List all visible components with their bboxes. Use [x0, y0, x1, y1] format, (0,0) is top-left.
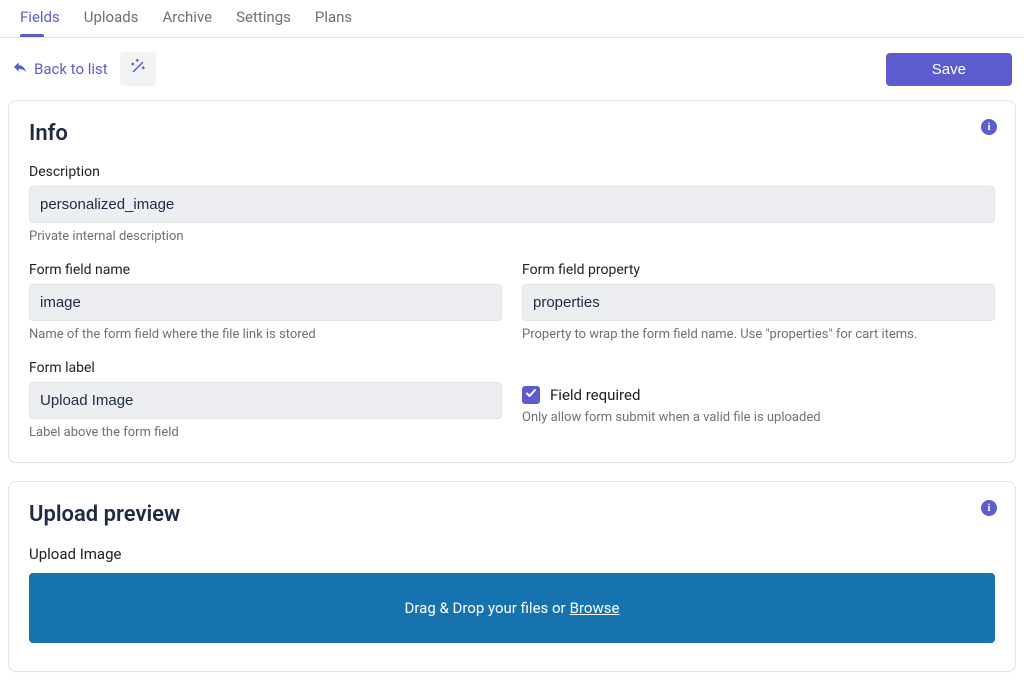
check-icon — [525, 387, 537, 403]
info-card: i Info Description Private internal desc… — [8, 100, 1016, 463]
form-field-name-input[interactable] — [29, 284, 502, 321]
back-to-list-label: Back to list — [34, 60, 108, 78]
form-field-name-help: Name of the form field where the file li… — [29, 327, 502, 342]
form-label-help: Label above the form field — [29, 425, 502, 440]
reply-arrow-icon — [12, 59, 28, 79]
tab-uploads[interactable]: Uploads — [84, 0, 139, 37]
field-required-checkbox[interactable] — [522, 386, 540, 404]
form-field-property-input[interactable] — [522, 284, 995, 321]
tab-fields[interactable]: Fields — [20, 0, 60, 37]
back-to-list-link[interactable]: Back to list — [12, 59, 108, 79]
save-button[interactable]: Save — [886, 53, 1012, 86]
top-tabs: Fields Uploads Archive Settings Plans — [0, 0, 1024, 38]
tab-archive[interactable]: Archive — [162, 0, 212, 37]
upload-preview-title: Upload preview — [29, 502, 995, 527]
form-label-input[interactable] — [29, 382, 502, 419]
info-card-title: Info — [29, 121, 995, 146]
field-required-help: Only allow form submit when a valid file… — [522, 410, 995, 425]
toolbar: Back to list Save — [0, 38, 1024, 100]
browse-link[interactable]: Browse — [570, 599, 620, 617]
description-help: Private internal description — [29, 229, 995, 244]
form-field-name-label: Form field name — [29, 262, 502, 278]
tab-settings[interactable]: Settings — [236, 0, 291, 37]
form-label-label: Form label — [29, 360, 502, 376]
form-field-property-help: Property to wrap the form field name. Us… — [522, 327, 995, 342]
magic-wand-button[interactable] — [120, 52, 156, 86]
magic-wand-icon — [129, 58, 147, 80]
field-required-label: Field required — [550, 386, 640, 404]
info-icon[interactable]: i — [981, 119, 997, 135]
tab-plans[interactable]: Plans — [315, 0, 352, 37]
file-dropzone[interactable]: Drag & Drop your files or Browse — [29, 573, 995, 643]
dropzone-text: Drag & Drop your files or — [405, 599, 566, 617]
upload-image-label: Upload Image — [29, 545, 995, 563]
description-input[interactable] — [29, 186, 995, 223]
description-label: Description — [29, 164, 995, 180]
form-field-property-label: Form field property — [522, 262, 995, 278]
info-icon[interactable]: i — [981, 500, 997, 516]
upload-preview-card: i Upload preview Upload Image Drag & Dro… — [8, 481, 1016, 672]
